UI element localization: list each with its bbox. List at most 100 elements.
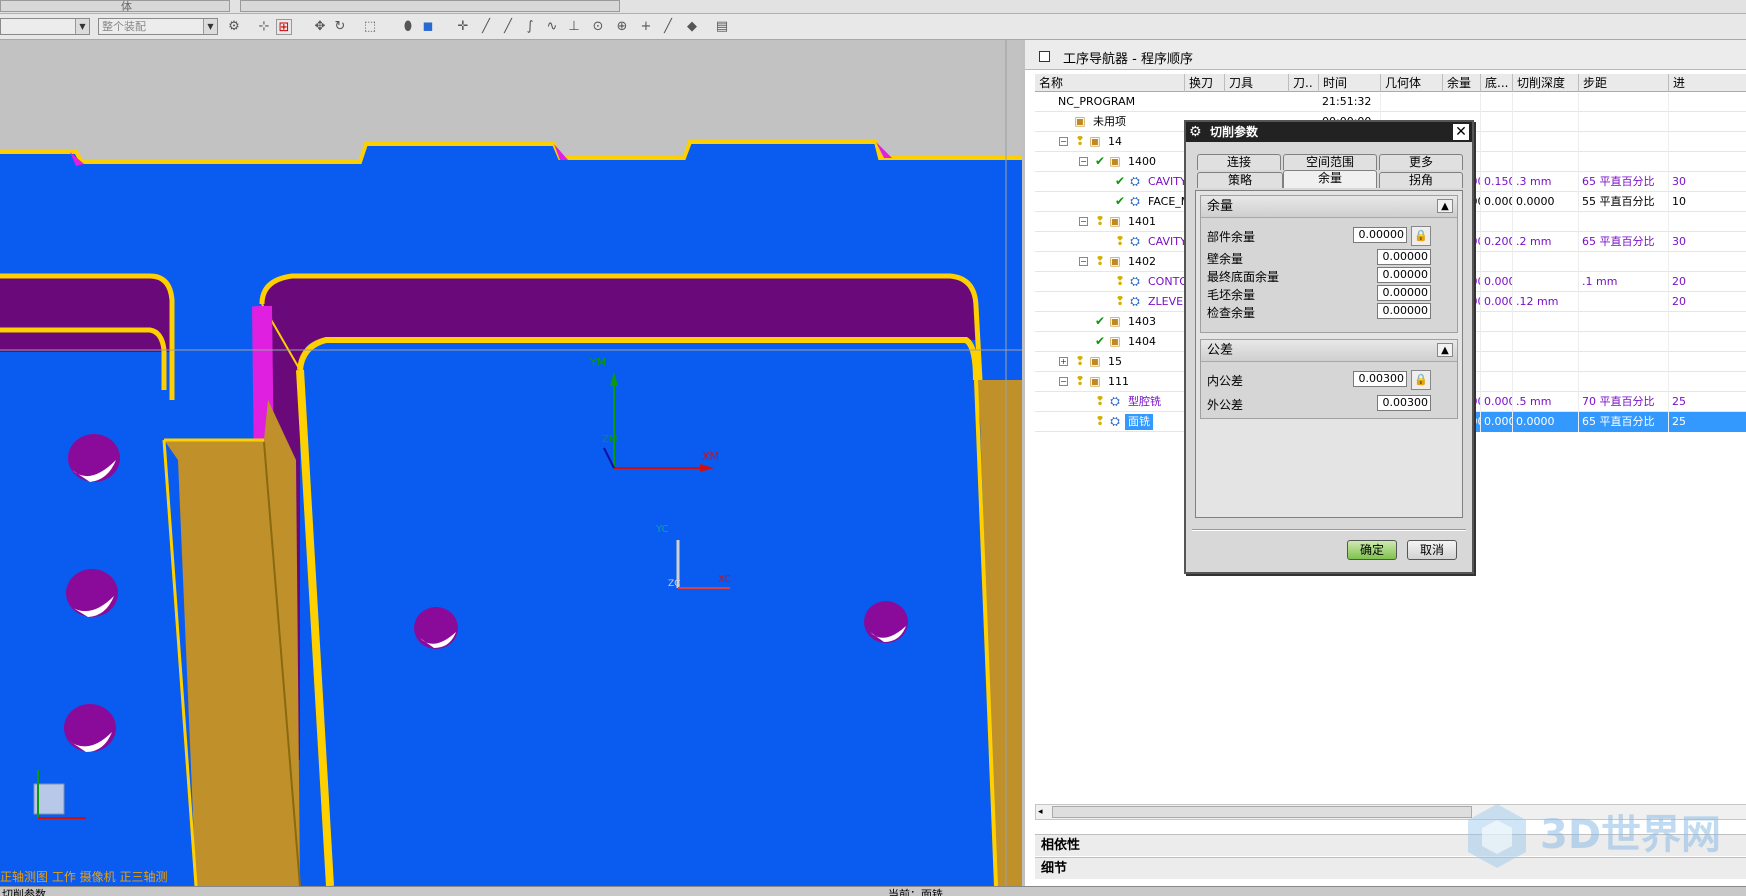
column-header-cell[interactable]: 时间 [1319,74,1381,92]
table-row[interactable]: NC_PROGRAM 21:51:32 [1035,92,1746,112]
stock-field: 最终底面余量 0.00000 [1207,266,1453,286]
column-header-cell[interactable]: 换刀 [1185,74,1225,92]
value-input[interactable]: 0.00300 [1353,371,1407,387]
operation-name: 面铣 [1125,414,1153,430]
data-cell [1481,352,1513,372]
scroll-left-icon[interactable]: ◂ [1038,805,1043,819]
pin-checkbox[interactable] [1039,51,1050,62]
column-header-cell[interactable]: 余量 [1443,74,1481,92]
stock-group-header[interactable]: 余量 ▲ [1201,196,1457,218]
top-selector[interactable]: 体 [0,0,230,13]
operation-name: ZLEVEL_PR... [1148,295,1185,308]
line-icon[interactable]: ╱ [478,19,494,35]
shaded-icon[interactable]: ⬮ [400,19,416,35]
operation-name: 1402 [1128,255,1156,268]
collapse-icon[interactable]: ▲ [1437,343,1453,357]
details-panel[interactable]: 细节 [1035,857,1746,879]
watermark-text: 3D世界网 [1540,812,1722,858]
curve-icon[interactable]: ∫ [522,19,538,35]
value-input[interactable]: 0.00300 [1377,395,1431,411]
diag-line-icon[interactable]: ╱ [660,19,676,35]
program-group-icon: ▣ [1089,374,1101,388]
expand-icon[interactable]: + [1059,357,1068,366]
tab-strategy[interactable]: 策略 [1197,172,1283,188]
data-cell [1579,252,1669,272]
column-header-cell[interactable]: 步距 [1579,74,1669,92]
graphics-viewport[interactable]: YM XM ZM YC XC ZC 正轴测图 工作 摄像机 正三轴测 [0,40,1022,886]
dialog-separator [1192,529,1466,531]
operation-icon: ⛭ [1130,274,1140,288]
close-icon[interactable]: ✕ [1453,124,1469,140]
top-selector-2[interactable] [240,0,620,12]
target-icon[interactable]: ⊕ [614,19,630,35]
stock-field: 部件余量 0.00000 🔒 [1207,226,1453,246]
tolerance-group-header[interactable]: 公差 ▲ [1201,340,1457,362]
check-icon: ✔ [1094,334,1106,348]
tab-corners[interactable]: 拐角 [1379,172,1463,188]
main-toolbar: ▼ 整个装配 ▼ ⚙ ⊹ ⊞ ✥ ↻ ⬚ ⬮ ◼ ✛ ╱ ╱ ∫ ∿ ⊥ ⊙ ⊕ … [0,14,1746,40]
point-snap-icon[interactable]: ⊞ [276,19,292,35]
tab-stock[interactable]: 余量 [1283,170,1377,188]
data-cell [1481,312,1513,332]
data-cell [1481,92,1513,112]
field-label: 毛坯余量 [1207,288,1256,302]
data-cell [1669,212,1746,232]
data-cell [1579,312,1669,332]
assembly-scope-combo[interactable]: 整个装配 ▼ [98,18,218,35]
data-cell [1579,92,1669,112]
collapse-icon[interactable]: − [1079,257,1088,266]
collapse-icon[interactable]: − [1079,157,1088,166]
operation-icon: ⛭ [1110,414,1120,428]
eraser-icon[interactable]: ◆ [684,19,700,35]
operation-name: 14 [1108,135,1122,148]
data-cell [1513,352,1579,372]
collapse-icon[interactable]: − [1079,217,1088,226]
scroll-thumb[interactable] [1052,806,1472,818]
data-cell [1579,152,1669,172]
field-label: 检查余量 [1207,306,1256,320]
column-header-cell[interactable]: 进 [1669,74,1746,92]
column-header-cell[interactable]: 切削深度 [1513,74,1579,92]
data-cell: 0.0000 [1481,192,1513,212]
collapse-icon[interactable]: − [1059,377,1068,386]
snap-icon[interactable]: ⊹ [256,19,272,35]
line2-icon[interactable]: ╱ [500,19,516,35]
cube-icon[interactable]: ◼ [420,19,436,35]
collapse-icon[interactable]: ▲ [1437,199,1453,213]
collapse-icon[interactable]: − [1059,137,1068,146]
select-filter-icon[interactable]: ⚙ [226,19,242,35]
column-header-cell[interactable]: 几何体 [1381,74,1443,92]
table-icon[interactable]: ▤ [714,19,730,35]
lock-icon[interactable]: 🔒 [1411,226,1431,246]
value-input[interactable]: 0.00000 [1377,267,1431,283]
box-select-icon[interactable]: ⬚ [362,19,378,35]
value-input[interactable]: 0.00000 [1377,249,1431,265]
data-cell [1513,92,1579,112]
cancel-button[interactable]: 取消 [1407,540,1457,560]
data-cell: 0.0000 [1481,292,1513,312]
column-header-cell[interactable]: 刀.. [1289,74,1319,92]
circle-center-icon[interactable]: ⊙ [590,19,606,35]
rotate-icon[interactable]: ↻ [332,19,348,35]
column-header-cell[interactable]: 名称 [1035,74,1185,92]
value-input[interactable]: 0.00000 [1377,303,1431,319]
column-header-cell[interactable]: 底... [1481,74,1513,92]
check-icon: ✔ [1094,314,1106,328]
tab-connect[interactable]: 连接 [1197,154,1281,170]
polyline-icon[interactable]: ∿ [544,19,560,35]
ok-button[interactable]: 确定 [1347,540,1397,560]
filter-combo[interactable]: ▼ [0,18,90,35]
column-header-cell[interactable]: 刀具 [1225,74,1289,92]
data-cell: 0.1500 [1481,172,1513,192]
plus-icon[interactable]: + [638,19,654,35]
tab-more[interactable]: 更多 [1379,154,1463,170]
tab-spatial-range[interactable]: 空间范围 [1283,154,1377,170]
move-icon[interactable]: ✥ [312,19,328,35]
value-input[interactable]: 0.00000 [1377,285,1431,301]
lock-icon[interactable]: 🔒 [1411,370,1431,390]
intersect-icon[interactable]: ⊥ [566,19,582,35]
data-cell: .3 mm [1513,172,1579,192]
axis-icon[interactable]: ✛ [455,19,471,35]
data-cell: 65 平直百分比 [1579,172,1669,192]
value-input[interactable]: 0.00000 [1353,227,1407,243]
